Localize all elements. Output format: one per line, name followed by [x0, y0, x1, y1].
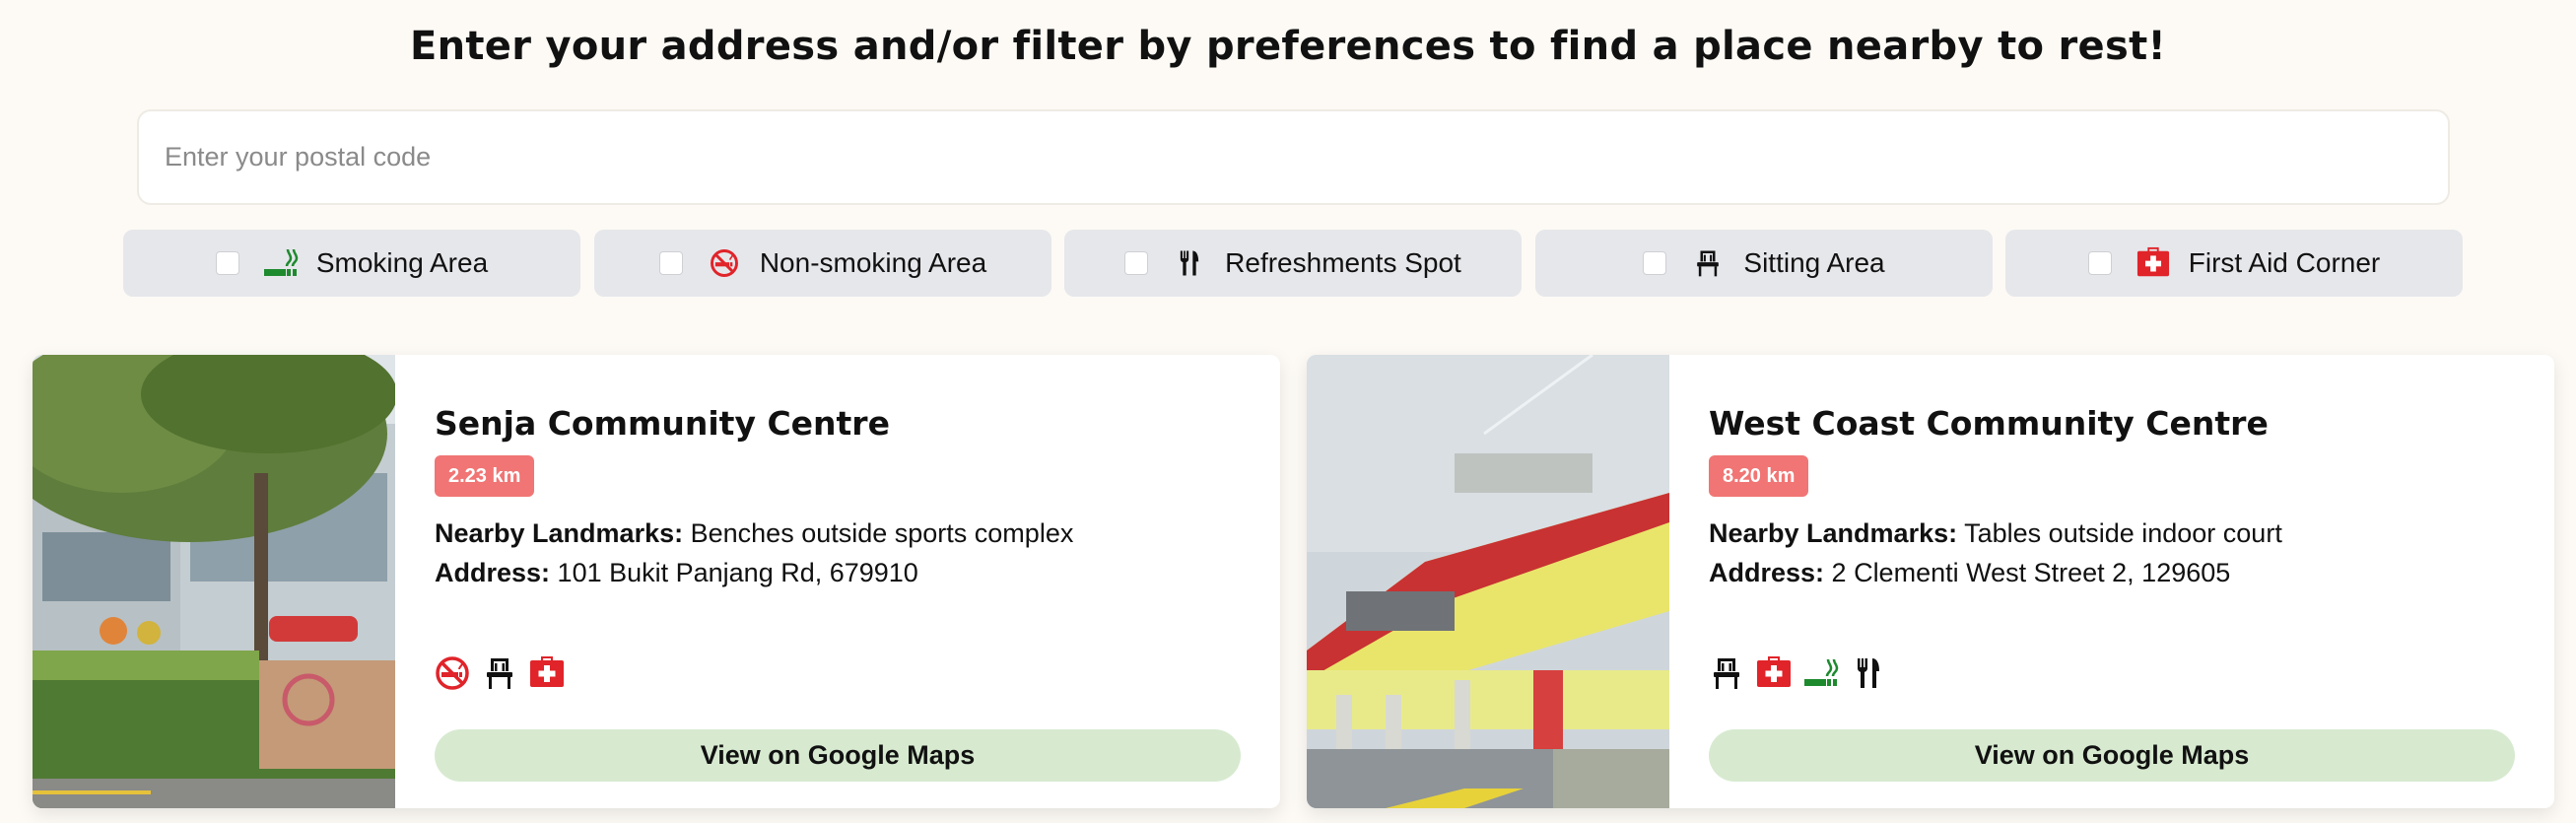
- filter-label: Sitting Area: [1743, 247, 1885, 278]
- filter-label: Smoking Area: [315, 247, 489, 278]
- result-card: Senja Community Centre 2.23 km Nearby La…: [33, 355, 1280, 808]
- non-smoking-area-checkbox[interactable]: [658, 251, 683, 275]
- address-label: Address:: [1709, 558, 1825, 587]
- postal-code-input[interactable]: [137, 109, 2450, 205]
- filter-bar: Smoking Area Non-smoking Area Refreshmen…: [123, 230, 2463, 297]
- nearby-landmarks: Nearby Landmarks: Tables outside indoor …: [1709, 518, 2282, 549]
- filter-label: Refreshments Spot: [1225, 247, 1461, 278]
- chair-icon: [482, 655, 517, 691]
- smoking-icon: [1803, 655, 1839, 691]
- first-aid-icon: [2135, 245, 2171, 281]
- view-on-google-maps-button[interactable]: View on Google Maps: [1709, 729, 2515, 782]
- fork-knife-icon: [1851, 655, 1886, 691]
- view-on-google-maps-button[interactable]: View on Google Maps: [435, 729, 1241, 782]
- filter-non-smoking-area[interactable]: Non-smoking Area: [594, 230, 1051, 297]
- first-aid-icon: [529, 655, 565, 691]
- address: Address: 2 Clementi West Street 2, 12960…: [1709, 558, 2230, 588]
- smoking-icon: [263, 245, 299, 281]
- filter-smoking-area[interactable]: Smoking Area: [123, 230, 580, 297]
- page-headline: Enter your address and/or filter by pref…: [409, 24, 2167, 69]
- landmarks-value: Benches outside sports complex: [690, 518, 1074, 548]
- location-name: Senja Community Centre: [435, 404, 890, 443]
- address-value: 101 Bukit Panjang Rd, 679910: [557, 558, 918, 587]
- amenity-icons: [435, 655, 565, 691]
- first-aid-icon: [1756, 655, 1792, 691]
- filter-refreshments-spot[interactable]: Refreshments Spot: [1064, 230, 1522, 297]
- result-card: West Coast Community Centre 8.20 km Near…: [1307, 355, 2554, 808]
- filter-label: First Aid Corner: [2188, 247, 2381, 278]
- address: Address: 101 Bukit Panjang Rd, 679910: [435, 558, 918, 588]
- location-name: West Coast Community Centre: [1709, 404, 2269, 443]
- landmarks-label: Nearby Landmarks:: [435, 518, 684, 548]
- distance-badge: 2.23 km: [435, 455, 535, 497]
- chair-icon: [1690, 245, 1726, 281]
- location-photo: [1307, 355, 1669, 808]
- location-photo: [33, 355, 395, 808]
- address-label: Address:: [435, 558, 551, 587]
- no-smoking-icon: [707, 245, 742, 281]
- refreshments-spot-checkbox[interactable]: [1124, 251, 1149, 275]
- filter-first-aid-corner[interactable]: First Aid Corner: [2005, 230, 2463, 297]
- landmarks-label: Nearby Landmarks:: [1709, 518, 1958, 548]
- no-smoking-icon: [435, 655, 470, 691]
- filter-label: Non-smoking Area: [759, 247, 987, 278]
- landmarks-value: Tables outside indoor court: [1964, 518, 2282, 548]
- nearby-landmarks: Nearby Landmarks: Benches outside sports…: [435, 518, 1073, 549]
- amenity-icons: [1709, 655, 1886, 691]
- first-aid-corner-checkbox[interactable]: [2087, 251, 2112, 275]
- chair-icon: [1709, 655, 1744, 691]
- address-value: 2 Clementi West Street 2, 129605: [1831, 558, 2231, 587]
- fork-knife-icon: [1172, 245, 1207, 281]
- filter-sitting-area[interactable]: Sitting Area: [1535, 230, 1993, 297]
- distance-badge: 8.20 km: [1709, 455, 1809, 497]
- smoking-area-checkbox[interactable]: [215, 251, 239, 275]
- sitting-area-checkbox[interactable]: [1643, 251, 1667, 275]
